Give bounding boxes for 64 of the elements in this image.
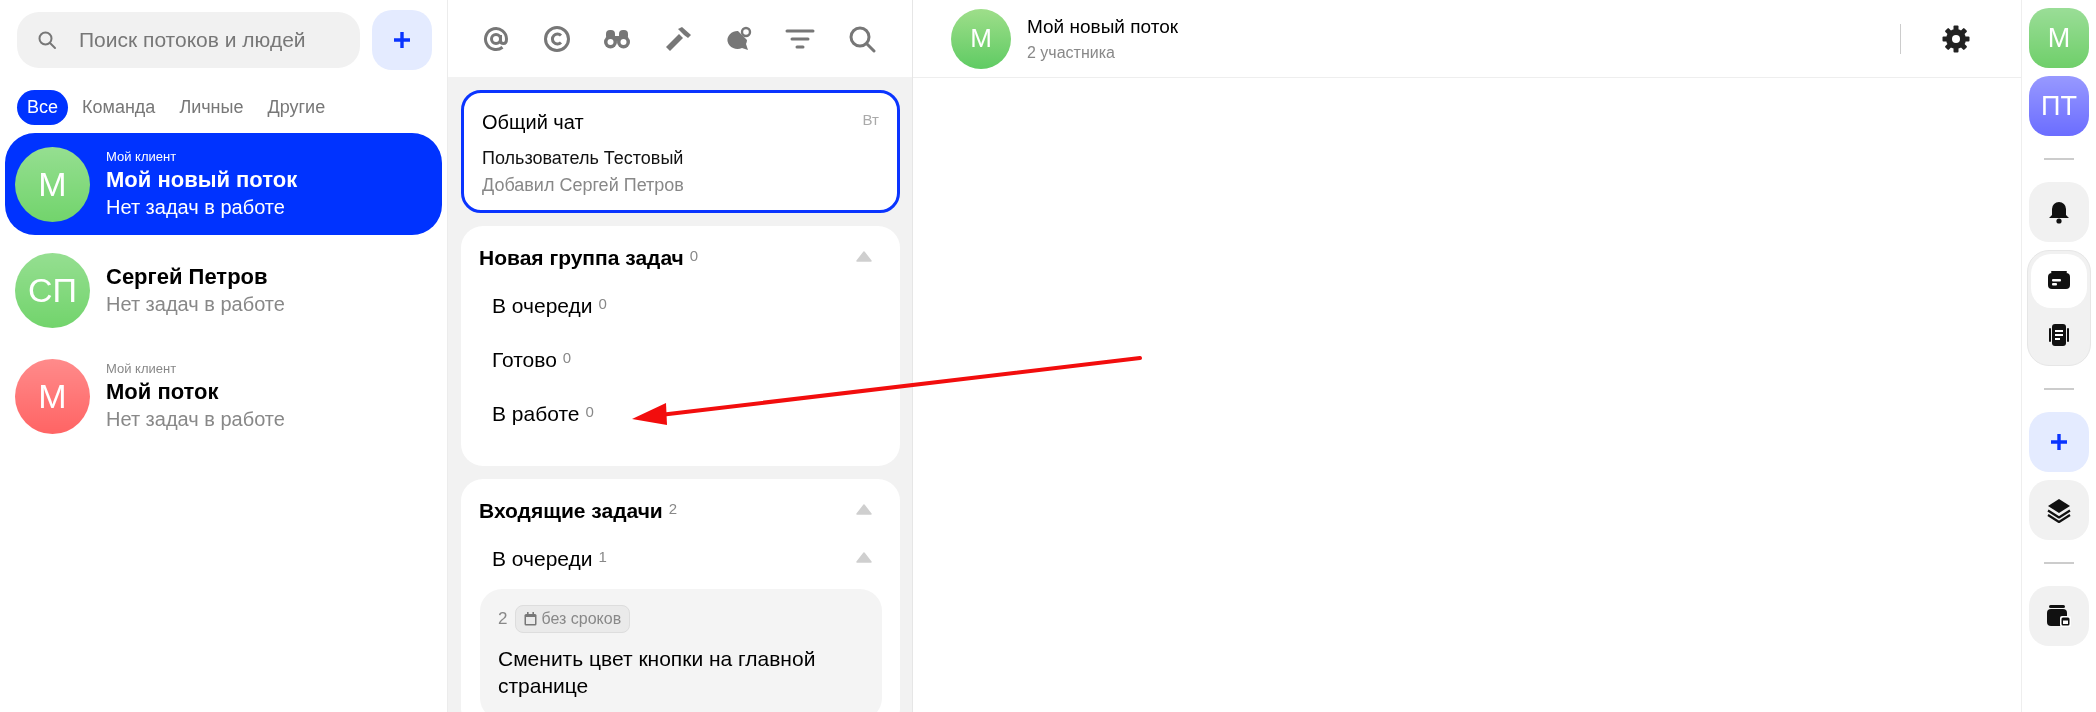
add-button[interactable] xyxy=(2029,412,2089,472)
chat-time: Вт xyxy=(862,111,879,130)
thread-item[interactable]: М Мой клиент Мой новый поток Нет задач в работе xyxy=(5,133,442,235)
avatar: М xyxy=(951,8,1011,69)
status-count: 0 xyxy=(562,349,572,366)
card-icon xyxy=(2047,270,2071,292)
status-count: 0 xyxy=(598,295,607,312)
status-count: 1 xyxy=(598,548,607,565)
chat-bubble-icon[interactable] xyxy=(724,24,753,53)
filter-icon[interactable] xyxy=(785,27,816,50)
chat-message-meta: Добавил Сергей Петров xyxy=(482,175,685,196)
layers-icon xyxy=(2046,497,2072,523)
group-title[interactable]: Входящие задачи xyxy=(479,499,663,523)
chat-title: Общий чат xyxy=(482,111,584,134)
status-title[interactable]: Готово xyxy=(492,348,557,372)
stream-title: Мой новый поток xyxy=(1027,15,1178,38)
copyright-icon[interactable] xyxy=(542,24,571,53)
thread-item[interactable]: СП Сергей Петров Нет задач в работе xyxy=(5,239,442,341)
avatar: М xyxy=(15,146,90,222)
search-field[interactable]: Поиск потоков и людей xyxy=(17,12,360,68)
thread-subtitle: Нет задач в работе xyxy=(106,196,286,219)
participants-count: 2 участника xyxy=(1027,43,1116,62)
notifications-button[interactable] xyxy=(2029,182,2089,242)
wallet-button[interactable] xyxy=(2029,586,2089,646)
status-count: 0 xyxy=(585,403,594,420)
document-icon xyxy=(2048,323,2070,347)
view-button[interactable] xyxy=(2031,254,2087,308)
chat-card[interactable]: Общий чат Вт Пользователь Тестовый Добавил Сергей Петров xyxy=(461,90,900,213)
task-number: 2 xyxy=(498,609,508,629)
layers-button[interactable] xyxy=(2029,480,2089,540)
avatar: М xyxy=(15,358,90,434)
thread-subtitle: Нет задач в работе xyxy=(106,408,285,431)
plus-icon xyxy=(2049,432,2069,452)
plus-icon xyxy=(392,30,412,50)
search-icon xyxy=(37,30,57,50)
thread-subtitle: Нет задач в работе xyxy=(106,293,285,316)
status-title[interactable]: В очереди xyxy=(492,547,593,571)
filter-tab[interactable]: Команда xyxy=(72,90,166,125)
bell-icon xyxy=(2048,200,2070,224)
thread-title: Мой новый поток xyxy=(106,167,298,193)
calendar-icon xyxy=(524,612,538,626)
task-card[interactable]: 2 без сроков Сменить цвет кнопки на главной странице xyxy=(480,589,882,712)
search-icon[interactable] xyxy=(847,24,876,53)
chat-message: Пользователь Тестовый xyxy=(482,148,685,169)
settings-icon[interactable] xyxy=(1941,23,1971,54)
thread-title: Мой поток xyxy=(106,379,220,405)
filter-tab[interactable]: Другие xyxy=(257,90,336,125)
group-count: 2 xyxy=(668,500,678,517)
status-title[interactable]: В очереди xyxy=(492,294,593,318)
task-title: Сменить цвет кнопки на главной странице xyxy=(498,646,817,700)
wallet-icon xyxy=(2046,604,2072,628)
avatar: СП xyxy=(15,252,90,328)
add-button[interactable] xyxy=(372,10,432,70)
filter-tab[interactable]: Личные xyxy=(169,90,254,125)
thread-title: Сергей Петров xyxy=(106,264,269,290)
group-count: 0 xyxy=(689,247,699,264)
filter-tab[interactable]: Все xyxy=(17,90,69,125)
thread-item[interactable]: М Мой клиент Мой поток Нет задач в работе xyxy=(5,345,442,447)
thread-tag: Мой клиент xyxy=(106,361,285,376)
group-title[interactable]: Новая группа задач xyxy=(479,246,684,270)
thread-tag: Мой клиент xyxy=(106,149,298,164)
due-label: без сроков xyxy=(541,610,622,628)
status-title[interactable]: В работе xyxy=(492,402,580,426)
at-sign-icon[interactable] xyxy=(482,24,510,53)
